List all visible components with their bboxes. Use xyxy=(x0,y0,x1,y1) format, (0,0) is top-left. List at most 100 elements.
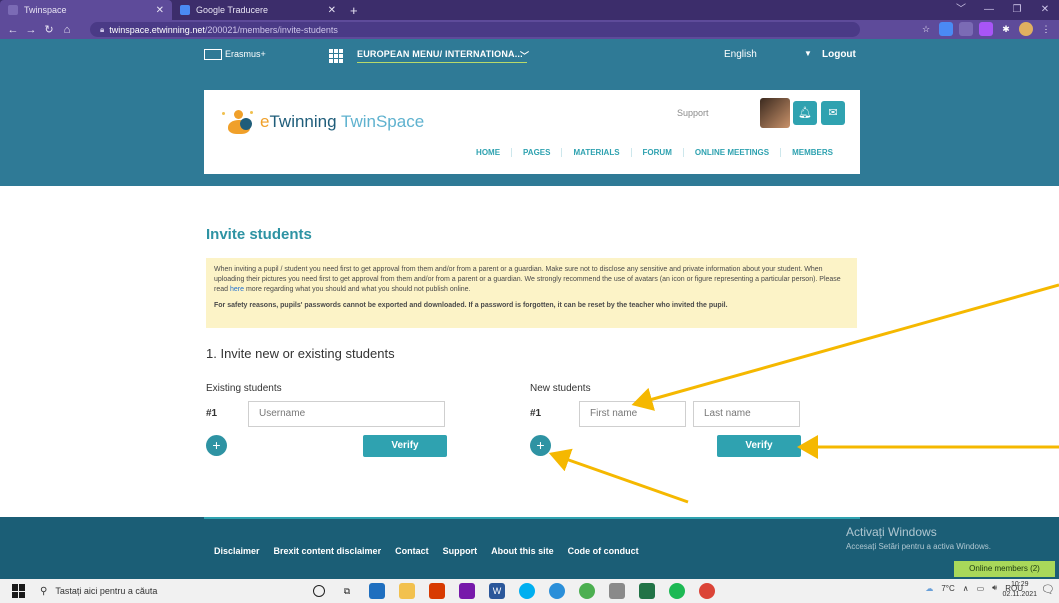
home-icon[interactable]: ⌂ xyxy=(58,24,76,36)
extension-translate-icon[interactable] xyxy=(939,22,953,36)
close-window-icon[interactable]: ✕ xyxy=(1031,0,1059,20)
usb-drive-icon[interactable] xyxy=(609,583,625,599)
windows-start-icon[interactable] xyxy=(12,584,26,598)
edge-icon[interactable] xyxy=(549,583,565,599)
taskbar-clock[interactable]: 10:29 02.11.2021 xyxy=(1002,580,1037,600)
close-tab-icon[interactable]: ✕ xyxy=(156,5,164,16)
notice-text-2: more regarding what you should and what … xyxy=(245,286,471,293)
brand-name: eTwinning TwinSpace xyxy=(260,112,425,131)
section-title: 1. Invite new or existing students xyxy=(206,346,395,361)
etwinning-logo[interactable]: eTwinning TwinSpace xyxy=(220,108,424,136)
task-view-icon[interactable]: ⧉ xyxy=(339,583,355,599)
taskbar-search-placeholder: Tastați aici pentru a căuta xyxy=(55,586,158,596)
extensions-puzzle-icon[interactable]: ✱ xyxy=(999,22,1013,36)
add-existing-student-button[interactable]: + xyxy=(206,435,227,456)
clock-date: 02.11.2021 xyxy=(1002,591,1037,598)
minimize-icon[interactable]: — xyxy=(975,0,1003,20)
notice-safety-text: For safety reasons, pupils' passwords ca… xyxy=(214,302,728,309)
close-tab-icon[interactable]: ✕ xyxy=(328,5,336,16)
nav-forum[interactable]: FORUM xyxy=(630,148,683,157)
footer-disclaimer-link[interactable]: Disclaimer xyxy=(214,546,260,556)
online-members-badge[interactable]: Online members (2) xyxy=(954,561,1055,577)
footer-contact-link[interactable]: Contact xyxy=(395,546,429,556)
verify-new-button[interactable]: Verify xyxy=(717,435,801,457)
volume-icon[interactable]: 🔊︎ xyxy=(992,583,997,593)
footer-divider xyxy=(204,517,860,519)
menu-kebab-icon[interactable]: ⋮ xyxy=(1039,22,1053,36)
profile-avatar-icon[interactable] xyxy=(1019,22,1033,36)
extension-eye-icon[interactable] xyxy=(959,22,973,36)
back-icon[interactable]: ← xyxy=(4,24,22,36)
verify-existing-button[interactable]: Verify xyxy=(363,435,447,457)
user-avatar[interactable] xyxy=(760,98,790,128)
nav-members[interactable]: MEMBERS xyxy=(780,148,844,157)
weather-icon[interactable]: ☁ xyxy=(925,584,933,593)
new-students-label: New students xyxy=(530,383,591,394)
file-explorer-icon[interactable] xyxy=(399,583,415,599)
nav-pages[interactable]: PAGES xyxy=(511,148,561,157)
row-number: #1 xyxy=(530,408,542,419)
footer-code-of-conduct-link[interactable]: Code of conduct xyxy=(568,546,639,556)
onenote-icon[interactable] xyxy=(459,583,475,599)
activate-title: Activați Windows xyxy=(846,525,937,539)
spotify-icon[interactable] xyxy=(669,583,685,599)
new-tab-icon[interactable]: + xyxy=(350,3,358,18)
window-controls: ﹀ — ❐ ✕ xyxy=(947,0,1059,20)
taskbar-search[interactable]: ⚲ Tastați aici pentru a căuta xyxy=(40,581,272,601)
taskbar-apps: ⧉ W xyxy=(306,583,722,599)
bell-icon[interactable]: 🔔︎ xyxy=(793,101,817,125)
mail-icon[interactable]: ✉ xyxy=(821,101,845,125)
etwinning-figure-icon xyxy=(220,108,258,136)
logout-link[interactable]: Logout xyxy=(822,49,856,60)
cortana-icon[interactable] xyxy=(313,585,325,597)
notification-icon[interactable]: 🗨︎ xyxy=(1041,583,1055,596)
office-icon[interactable] xyxy=(429,583,445,599)
support-link[interactable]: Support xyxy=(677,108,709,118)
tab-twinspace[interactable]: Twinspace ✕ xyxy=(0,0,172,20)
chrome-icon[interactable] xyxy=(579,583,595,599)
tray-chevron-icon[interactable]: ∧ xyxy=(963,584,969,593)
maximize-icon[interactable]: ❐ xyxy=(1003,0,1031,20)
nav-home[interactable]: HOME xyxy=(465,148,511,157)
temperature[interactable]: 7°C xyxy=(941,584,954,593)
notice-here-link[interactable]: here xyxy=(230,286,244,293)
tab-label: Google Traducere xyxy=(196,5,269,15)
activate-subtitle: Accesați Setări pentru a activa Windows. xyxy=(846,542,991,551)
privacy-notice: When inviting a pupil / student you need… xyxy=(206,258,857,328)
add-new-student-button[interactable]: + xyxy=(530,435,551,456)
url-input[interactable]: 🔒︎ twinspace.etwinning.net/200021/member… xyxy=(90,22,860,37)
last-name-input[interactable]: Last name xyxy=(693,401,800,427)
extensions-bar: ☆ ✱ ⋮ xyxy=(919,22,1053,36)
chevron-down-icon[interactable]: ﹀ xyxy=(947,0,975,20)
footer-brexit-link[interactable]: Brexit content disclaimer xyxy=(274,546,382,556)
username-input[interactable]: Username xyxy=(248,401,445,427)
caret-down-icon: ▼ xyxy=(804,49,812,58)
erasmus-flag-icon xyxy=(204,48,222,60)
reload-icon[interactable]: ↻ xyxy=(40,23,58,36)
first-name-input[interactable]: First name xyxy=(579,401,686,427)
extension-b-icon[interactable] xyxy=(979,22,993,36)
top-bar: Erasmus+ EUROPEAN MENU/ INTERNATIONA... … xyxy=(0,39,1059,88)
erasmus-logo[interactable]: Erasmus+ xyxy=(204,48,266,60)
european-menu-dropdown[interactable]: EUROPEAN MENU/ INTERNATIONA... xyxy=(357,49,523,59)
footer-support-link[interactable]: Support xyxy=(443,546,478,556)
twinspace-favicon-icon xyxy=(8,5,18,15)
footer-about-link[interactable]: About this site xyxy=(491,546,554,556)
site-header: eTwinning TwinSpace Support 🔔︎ ✉ HOME PA… xyxy=(204,90,860,174)
word-icon[interactable]: W xyxy=(489,583,505,599)
network-icon[interactable]: ▭ xyxy=(977,584,985,593)
forward-icon[interactable]: → xyxy=(22,24,40,36)
language-select[interactable]: English xyxy=(724,49,757,60)
mail-app-icon[interactable] xyxy=(369,583,385,599)
existing-students-label: Existing students xyxy=(206,383,282,394)
nav-materials[interactable]: MATERIALS xyxy=(561,148,630,157)
excel-icon[interactable] xyxy=(639,583,655,599)
apps-grid-icon[interactable] xyxy=(329,49,343,63)
chevron-down-icon: ﹀ xyxy=(520,51,530,61)
skype-icon[interactable] xyxy=(519,583,535,599)
star-icon[interactable]: ☆ xyxy=(919,22,933,36)
tab-google-traducere[interactable]: Google Traducere ✕ xyxy=(172,0,344,20)
nav-online-meetings[interactable]: ONLINE MEETINGS xyxy=(682,148,780,157)
row-number: #1 xyxy=(206,408,218,419)
chrome-profile-icon[interactable] xyxy=(699,583,715,599)
